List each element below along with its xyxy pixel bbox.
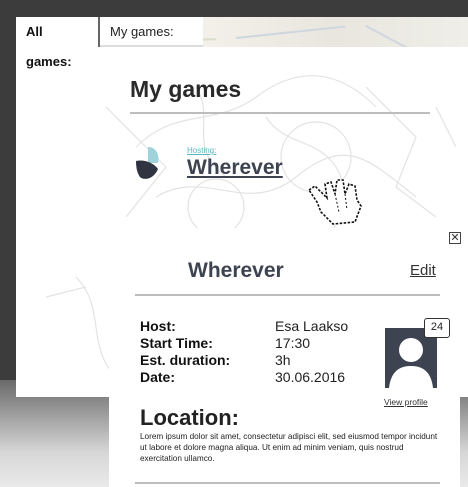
start-time-value: 17:30: [275, 335, 311, 351]
game-info: Host: Esa Laakso Start Time: 17:30 Est. …: [140, 318, 380, 386]
tab-all-games[interactable]: All games:: [16, 17, 100, 69]
date-value: 30.06.2016: [275, 369, 346, 385]
info-row-date: Date: 30.06.2016: [140, 369, 380, 386]
wherever-logo-icon: [136, 147, 159, 179]
tab-bar: All games: My games:: [16, 17, 203, 69]
date-label: Date:: [140, 369, 176, 385]
title-divider: [130, 112, 430, 114]
hosting-label[interactable]: Hosting:: [187, 146, 216, 155]
close-icon[interactable]: ✕: [449, 232, 461, 244]
edit-link[interactable]: Edit: [410, 262, 436, 279]
participant-count-badge: 24: [424, 318, 450, 338]
card-divider-top: [135, 294, 440, 296]
tab-my-games[interactable]: My games:: [100, 17, 203, 47]
page-title: My games: [130, 76, 242, 102]
duration-value: 3h: [275, 352, 291, 368]
info-row-duration: Est. duration: 3h: [140, 352, 380, 369]
info-row-start-time: Start Time: 17:30: [140, 335, 380, 352]
hand-pointer-icon: [307, 179, 362, 225]
card-divider-bottom: [135, 482, 440, 484]
view-profile-link[interactable]: View profile: [384, 397, 428, 407]
game-title: Wherever: [188, 259, 284, 282]
device-frame: All games: My games: My games Hosting: W…: [0, 0, 468, 487]
location-description: Lorem ipsum dolor sit amet, consectetur …: [140, 432, 438, 463]
start-time-label: Start Time:: [140, 335, 213, 351]
location-heading: Location:: [140, 405, 239, 430]
host-label: Host:: [140, 318, 176, 334]
host-value: Esa Laakso: [275, 318, 349, 334]
info-row-host: Host: Esa Laakso: [140, 318, 380, 335]
duration-label: Est. duration:: [140, 352, 231, 368]
hosted-game-link[interactable]: Wherever: [187, 156, 283, 180]
